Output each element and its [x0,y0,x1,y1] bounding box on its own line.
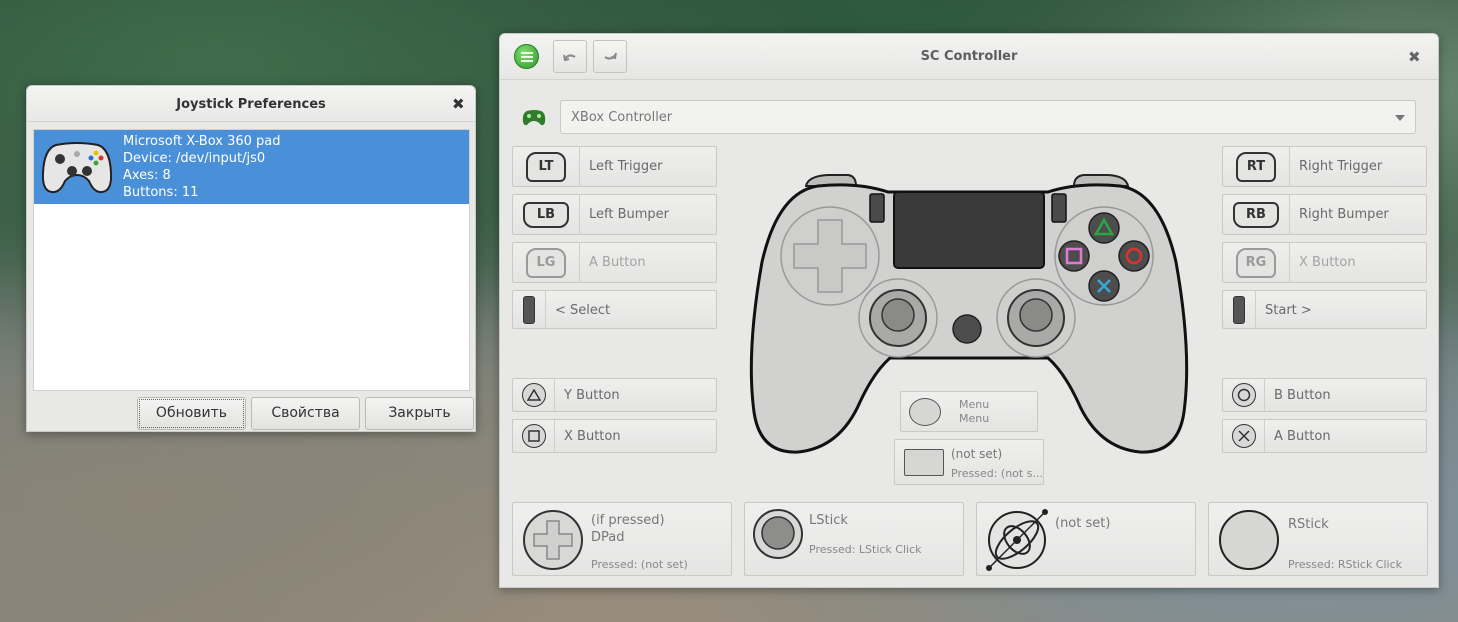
center-pad-title: (not set) [951,447,1003,461]
left-bumper-label: Left Bumper [589,207,670,222]
left-grip-label: A Button [589,255,646,270]
menu-label-1: Menu [959,398,990,411]
gamepad-device-icon [42,142,112,194]
b-button-label: B Button [1274,388,1331,403]
menu-button[interactable]: Menu Menu [900,391,1038,432]
left-trigger-label: Left Trigger [589,159,663,174]
device-buttons: Buttons: 11 [123,185,199,200]
start-icon [1233,295,1245,324]
rstick-pressed: Pressed: RStick Click [1288,558,1403,571]
right-trigger-icon: RT [1236,151,1276,182]
menu-button-icon [909,398,941,426]
square-icon [521,424,546,448]
right-bumper-icon: RB [1233,201,1279,228]
gamepad-icon [522,110,546,126]
lstick-icon [753,509,803,559]
touchpad [893,191,1045,269]
x-button[interactable]: X Button [512,419,717,453]
left-bumper-button[interactable]: LB Left Bumper [512,194,717,235]
right-bumper-label: Right Bumper [1299,207,1389,222]
jp-titlebar: Joystick Preferences ✖ [27,86,475,122]
device-path: Device: /dev/input/js0 [123,151,266,166]
sc-titlebar: SC Controller ✖ [500,34,1438,80]
triangle-icon [521,383,546,407]
left-trigger-icon: LT [526,151,566,182]
rstick-icon [1219,510,1279,570]
right-trigger-button[interactable]: RT Right Trigger [1222,146,1427,187]
left-bumper-icon: LB [523,201,569,228]
dpad-icon [523,510,583,570]
square-face-button [1058,240,1090,272]
jp-window-title: Joystick Preferences [176,97,326,112]
left-grip-button[interactable]: LG A Button [512,242,717,283]
sc-controller-window: SC Controller ✖ XBox Controller LT Left … [499,33,1439,588]
right-grip-label: X Button [1299,255,1356,270]
right-grip-button[interactable]: RG X Button [1222,242,1427,283]
rstick-binding-box[interactable]: RStick Pressed: RStick Click [1208,502,1428,576]
a-button-label: A Button [1274,429,1331,444]
lstick-binding-box[interactable]: LStick Pressed: LStick Click [744,502,964,576]
b-button[interactable]: B Button [1222,378,1427,412]
center-pad-pressed: Pressed: (not s... [951,467,1043,480]
dpad-binding-box[interactable]: (if pressed) DPad Pressed: (not set) [512,502,732,576]
a-button[interactable]: A Button [1222,419,1427,453]
rstick-title: RStick [1288,517,1329,532]
cross-icon [1231,424,1256,448]
circle-face-button [1118,240,1150,272]
refresh-button[interactable]: Обновить [137,397,246,430]
profile-select[interactable]: XBox Controller [560,100,1416,134]
home-button [952,314,982,344]
touchpad-icon [904,449,944,476]
left-trigger-button[interactable]: LT Left Trigger [512,146,717,187]
y-button[interactable]: Y Button [512,378,717,412]
menu-label-2: Menu [959,412,990,425]
device-name: Microsoft X-Box 360 pad [123,134,281,149]
dpad-pressed: Pressed: (not set) [591,558,688,571]
close-button[interactable]: Закрыть [365,397,474,430]
start-button[interactable]: Start > [1222,290,1427,329]
center-pad-button[interactable]: (not set) Pressed: (not s... [894,439,1044,485]
dpad-line2: DPad [591,530,625,545]
close-icon[interactable]: ✖ [1408,48,1421,66]
jp-close-icon[interactable]: ✖ [452,95,465,113]
device-axes: Axes: 8 [123,168,171,183]
joystick-preferences-window: Joystick Preferences ✖ Microsoft X-Box 3… [26,85,476,432]
x-button-label: X Button [564,429,621,444]
device-list-item[interactable]: Microsoft X-Box 360 pad Device: /dev/inp… [34,130,469,204]
select-button[interactable]: < Select [512,290,717,329]
right-bumper-button[interactable]: RB Right Bumper [1222,194,1427,235]
start-label: Start > [1265,303,1312,318]
right-trigger-label: Right Trigger [1299,159,1383,174]
gyro-title: (not set) [1055,516,1111,531]
device-list: Microsoft X-Box 360 pad Device: /dev/inp… [33,129,470,391]
properties-button[interactable]: Свойства [251,397,360,430]
chevron-down-icon [1395,115,1405,121]
profile-select-value: XBox Controller [571,110,673,125]
lstick-title: LStick [809,513,848,528]
select-icon [523,295,535,324]
dpad-line1: (if pressed) [591,513,665,528]
lstick-pressed: Pressed: LStick Click [809,543,922,556]
select-label: < Select [555,303,611,318]
left-grip-icon: LG [526,247,566,278]
right-grip-icon: RG [1236,247,1276,278]
window-title: SC Controller [920,49,1018,64]
gyro-icon [986,509,1048,571]
gyro-binding-box[interactable]: (not set) [976,502,1196,576]
y-button-label: Y Button [564,388,620,403]
circle-icon [1231,383,1256,407]
